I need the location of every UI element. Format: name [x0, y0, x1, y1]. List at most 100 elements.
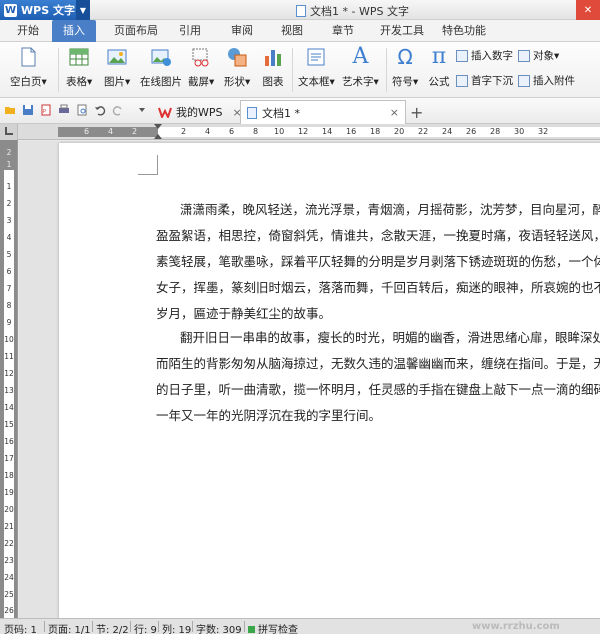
ruler-number: 12: [4, 369, 14, 378]
tab-review[interactable]: 审阅: [224, 20, 260, 42]
horizontal-ruler[interactable]: 6 4 2 2 4 6 8 10 12 14 16 18 20 22 24 26…: [18, 124, 600, 140]
print-icon[interactable]: [58, 104, 70, 116]
open-folder-icon[interactable]: [4, 104, 16, 116]
ruler-number: 24: [442, 127, 453, 136]
object-label: 对象: [533, 50, 554, 62]
ruler-corner[interactable]: [0, 124, 18, 140]
textbox-button[interactable]: 文本框▾: [298, 46, 335, 89]
chevron-down-icon[interactable]: [136, 104, 148, 116]
tab-page-layout[interactable]: 页面布局: [108, 20, 164, 42]
shape-button[interactable]: 形状▾: [224, 46, 250, 89]
picture-label: 图片: [104, 76, 125, 88]
online-picture-label: 在线图片: [140, 76, 182, 88]
ruler-number: 22: [4, 539, 14, 548]
ruler-number: 13: [4, 386, 14, 395]
tab-view[interactable]: 视图: [274, 20, 310, 42]
status-page[interactable]: 页面: 1/1: [48, 621, 91, 634]
redo-icon[interactable]: [112, 104, 124, 116]
ruler-number: 10: [274, 127, 285, 136]
paragraph-2[interactable]: 翻开旧日一串串的故事，瘦长的时光，明媚的幽香，滑进思绪心扉，眼眸深处，那耶 而陌…: [156, 325, 600, 429]
check-icon: [248, 626, 255, 633]
ruler-number: 14: [4, 403, 14, 412]
status-bar: 页码: 1 页面: 1/1 节: 2/2 行: 9 列: 19 字数: 309 …: [0, 618, 600, 634]
tab-references[interactable]: 引用: [172, 20, 208, 42]
ribbon-separator: [386, 48, 387, 92]
table-button[interactable]: 表格▾: [66, 46, 92, 89]
ruler-number: 3: [6, 216, 12, 225]
textbox-icon: [307, 48, 325, 66]
text-line: 而陌生的背影匆匆从脑海掠过，无数久违的温馨幽幽而来，缠绕在指间。于是，无数个回: [156, 356, 600, 371]
undo-icon[interactable]: [94, 104, 106, 116]
document-icon: [296, 5, 306, 17]
ribbon-separator: [58, 48, 59, 92]
text-line: 女子，挥墨，篆刻旧时烟云，落落而舞，千回百转后，痴迷的眼神，所哀婉的也不过是: [156, 280, 600, 295]
status-separator: [92, 621, 93, 632]
insert-attachment-button[interactable]: 插入附件: [518, 73, 575, 88]
chart-button[interactable]: 图表: [262, 46, 284, 89]
ruler-number: 9: [6, 318, 12, 327]
online-picture-button[interactable]: 在线图片: [140, 46, 182, 89]
drop-cap-label: 首字下沉: [471, 75, 513, 87]
wps-logo-icon: W: [4, 3, 17, 17]
document-page[interactable]: 潇潇雨柔，晚风轻送，流光浮景，青烟滴，月摇荷影，沈芳梦，目向星河，醉把清音 盈盈…: [59, 143, 600, 618]
status-word-count[interactable]: 字数: 309: [196, 621, 242, 634]
spell-check-label: 拼写检查: [258, 625, 298, 634]
tab-insert[interactable]: 插入: [52, 20, 96, 42]
ruler-number: 24: [4, 573, 14, 582]
title-bar: W WPS 文字 ▼ 文档1 * - WPS 文字 ✕: [0, 0, 600, 20]
left-indent-marker[interactable]: [154, 134, 162, 139]
formula-button[interactable]: π 公式: [428, 46, 450, 89]
object-button[interactable]: 对象 ▾: [518, 48, 559, 63]
tab-document1[interactable]: 文档1 * ×: [240, 100, 406, 124]
tab-home[interactable]: 开始: [8, 20, 48, 42]
ruler-number: 4: [205, 127, 211, 136]
first-line-indent-marker[interactable]: [154, 124, 162, 129]
ruler-number: 6: [229, 127, 235, 136]
watermark-text: www.rrzhu.com: [472, 621, 560, 632]
symbol-button[interactable]: Ω 符号▾: [392, 46, 418, 89]
tab-developer[interactable]: 开发工具: [374, 20, 430, 42]
online-picture-icon: [151, 49, 171, 66]
spell-check-toggle[interactable]: 拼写检查: [248, 621, 298, 634]
drop-cap-button[interactable]: 首字下沉: [456, 73, 513, 88]
ruler-number: 25: [4, 590, 14, 599]
text-line: 潇潇雨柔，晚风轻送，流光浮景，青烟滴，月摇荷影，沈芳梦，目向星河，醉把清音: [180, 202, 600, 217]
tab-my-wps[interactable]: 我的WPS ×: [152, 100, 248, 124]
wordart-button[interactable]: A 艺术字▾: [342, 46, 379, 89]
close-window-button[interactable]: ✕: [576, 0, 600, 20]
ruler-number: 28: [490, 127, 501, 136]
ruler-number: 10: [4, 335, 14, 344]
insert-number-label: 插入数字: [471, 50, 513, 62]
tab-special-features[interactable]: 特色功能: [436, 20, 492, 42]
ruler-number: 23: [4, 556, 14, 565]
ruler-number: 26: [466, 127, 477, 136]
insert-number-button[interactable]: 插入数字: [456, 48, 513, 63]
export-pdf-icon[interactable]: P: [40, 104, 52, 116]
tab-section[interactable]: 章节: [325, 20, 361, 42]
ruler-number: 5: [6, 250, 12, 259]
ruler-number: 6: [84, 127, 90, 136]
chevron-down-icon[interactable]: ▼: [76, 0, 90, 20]
wps-app-menu-button[interactable]: W WPS 文字 ▼: [0, 0, 90, 20]
paragraph-1[interactable]: 潇潇雨柔，晚风轻送，流光浮景，青烟滴，月摇荷影，沈芳梦，目向星河，醉把清音 盈盈…: [156, 197, 600, 327]
ruler-number: 14: [322, 127, 333, 136]
ruler-number: 2: [181, 127, 187, 136]
status-page-code: 页码: 1: [4, 625, 37, 634]
ruler-number: 18: [4, 471, 14, 480]
close-tab-icon[interactable]: ×: [390, 106, 399, 119]
screenshot-button[interactable]: 截屏▾: [188, 46, 214, 89]
wps-logo-icon: [158, 107, 172, 118]
new-tab-button[interactable]: +: [410, 103, 423, 122]
ruler-number: 16: [346, 127, 357, 136]
save-icon[interactable]: [22, 104, 34, 116]
print-preview-icon[interactable]: [76, 104, 88, 116]
document-icon: [247, 106, 257, 119]
picture-button[interactable]: 图片▾: [104, 46, 130, 89]
blank-page-button[interactable]: 空白页▾: [10, 46, 47, 89]
vertical-ruler[interactable]: 2 1 1 2 3 4 5 6 7 8 9 10 11 12 13 14 15 …: [0, 140, 18, 618]
object-icon: [518, 49, 530, 62]
ruler-number: 17: [4, 454, 14, 463]
ruler-number: 8: [6, 301, 12, 310]
pi-icon: π: [431, 44, 447, 69]
document-canvas[interactable]: 潇潇雨柔，晚风轻送，流光浮景，青烟滴，月摇荷影，沈芳梦，目向星河，醉把清音 盈盈…: [19, 141, 600, 618]
